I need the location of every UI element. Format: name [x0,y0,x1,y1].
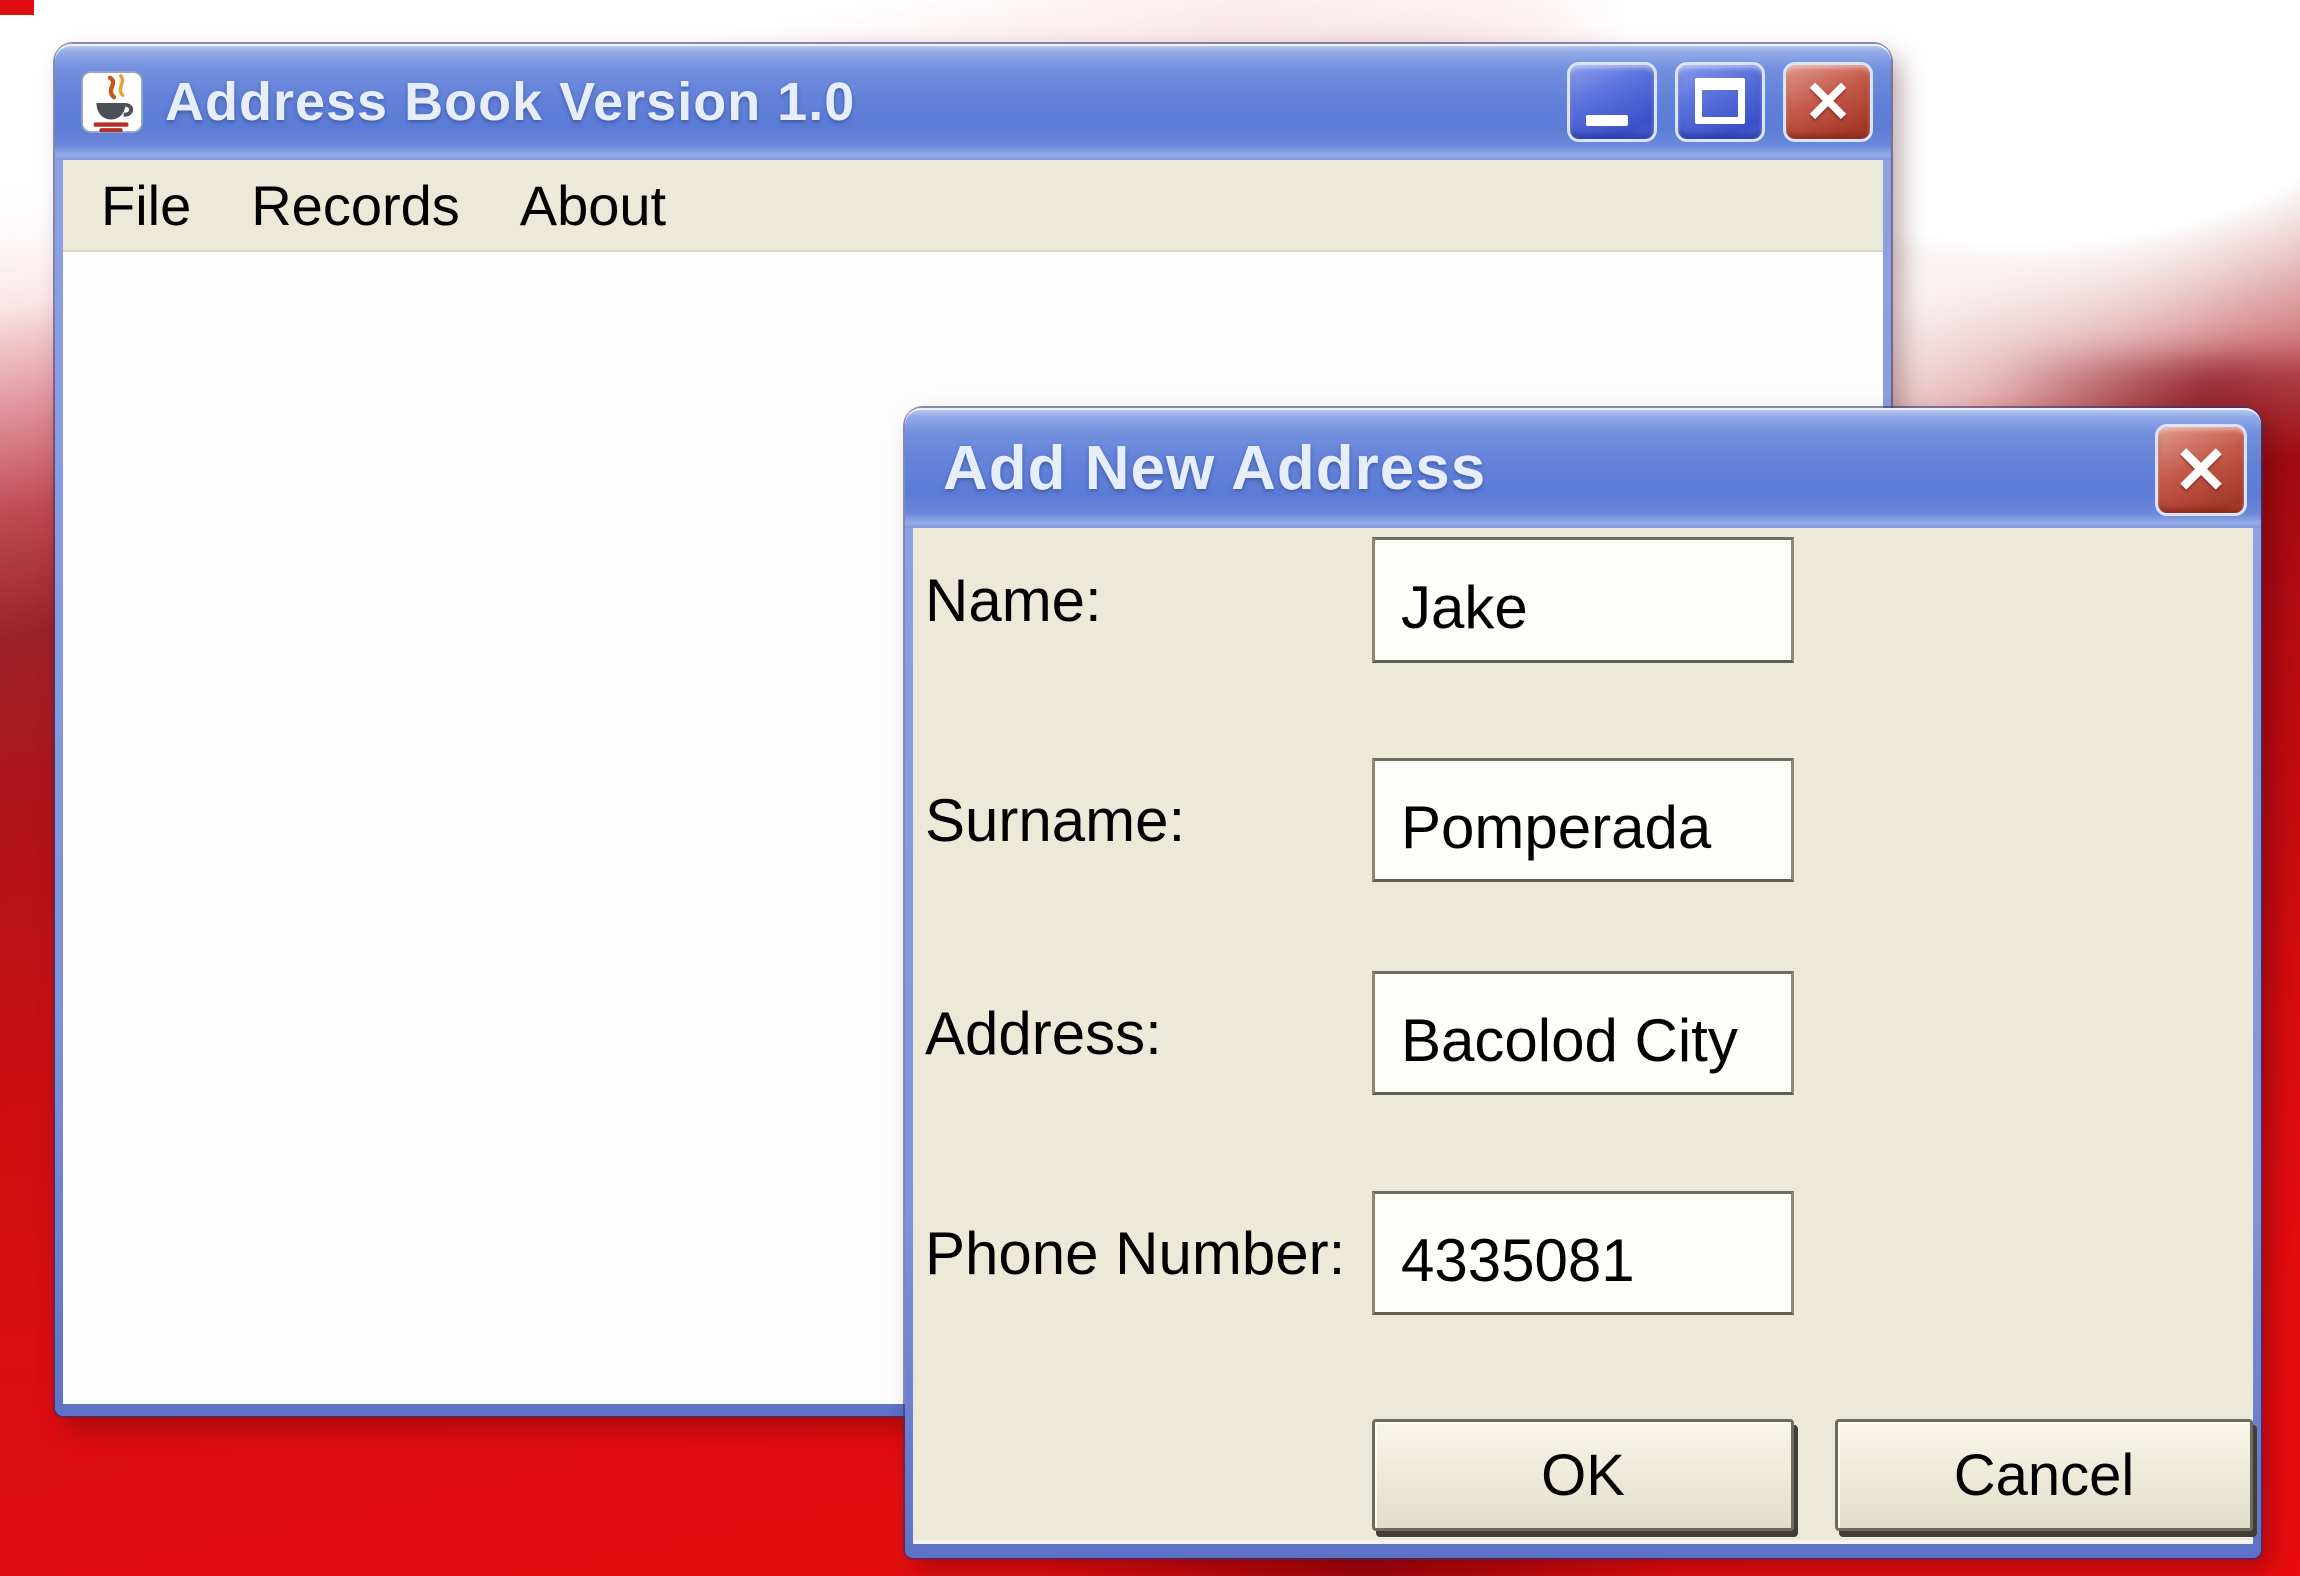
menu-bar: File Records About [63,160,1883,252]
menu-file[interactable]: File [71,173,221,238]
add-new-address-dialog: Add New Address ✕ Name: Surname: Address… [905,408,2261,1558]
surname-input[interactable] [1372,758,1794,882]
minimize-icon [1586,115,1628,126]
address-input[interactable] [1372,971,1794,1095]
phone-number-input[interactable] [1372,1191,1794,1315]
main-titlebar[interactable]: Address Book Version 1.0 ✕ [55,44,1891,160]
surname-label: Surname: [925,758,1370,882]
cancel-button[interactable]: Cancel [1835,1419,2253,1531]
wallpaper-red-corner [0,0,34,15]
address-label: Address: [925,971,1370,1095]
java-coffee-cup-icon [81,71,143,133]
phone-number-label: Phone Number: [925,1191,1370,1315]
dialog-title: Add New Address [943,433,1486,504]
close-button[interactable]: ✕ [1783,62,1873,142]
close-icon: ✕ [1786,65,1870,139]
name-input[interactable] [1372,537,1794,663]
dialog-titlebar[interactable]: Add New Address ✕ [905,408,2261,528]
maximize-button[interactable] [1675,62,1765,142]
maximize-icon [1695,78,1745,124]
desktop: Address Book Version 1.0 ✕ File Records … [0,0,2300,1576]
menu-about[interactable]: About [490,173,696,238]
ok-button[interactable]: OK [1372,1419,1794,1531]
dialog-body: Name: Surname: Address: Phone Number: OK… [913,528,2253,1544]
dialog-close-icon: ✕ [2158,427,2244,513]
main-window-title: Address Book Version 1.0 [165,71,855,133]
window-controls: ✕ [1567,62,1873,142]
minimize-button[interactable] [1567,62,1657,142]
name-label: Name: [925,537,1370,663]
dialog-close-button[interactable]: ✕ [2155,424,2247,516]
menu-records[interactable]: Records [221,173,490,238]
